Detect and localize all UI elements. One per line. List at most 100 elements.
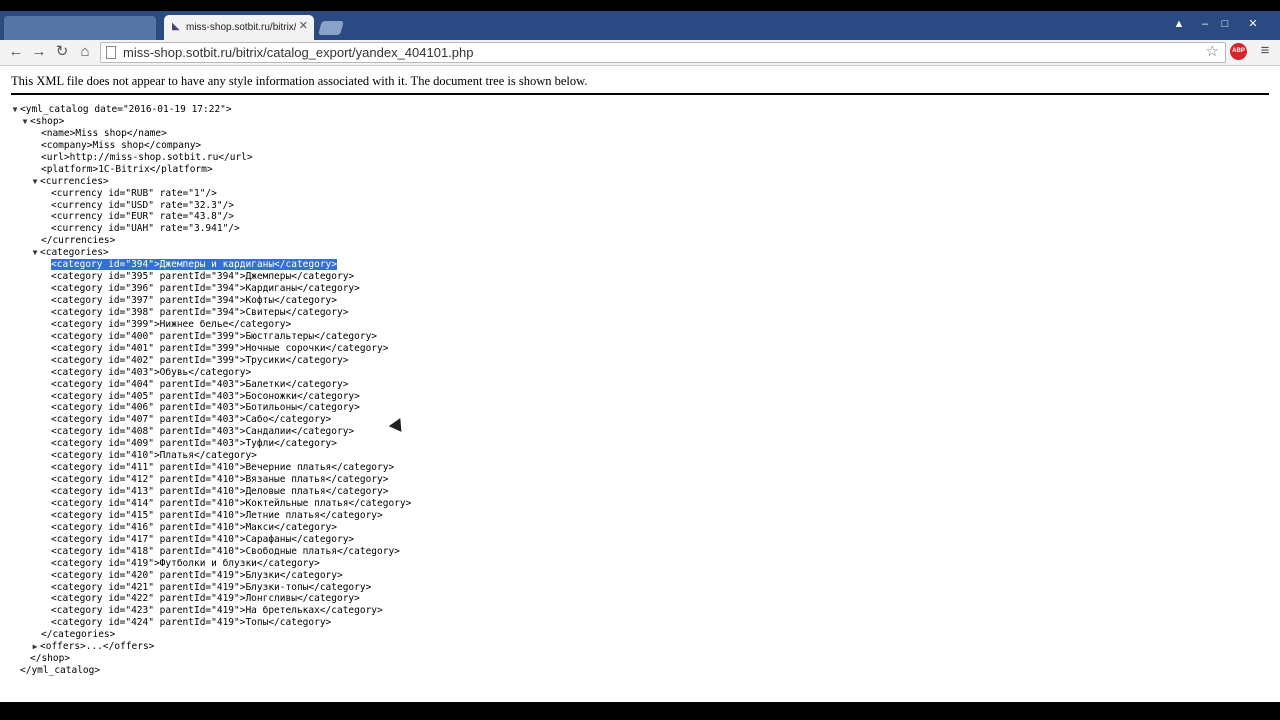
xml-line: ▼ <yml_catalog date="2016-01-19 17:22"> (10, 104, 411, 116)
xml-element: <category id="407" parentId="403">Сабо</… (51, 414, 332, 426)
xml-element: <category id="418" parentId="410">Свобод… (51, 545, 400, 557)
close-icon[interactable]: ✕ (299, 20, 308, 33)
xml-line: <category id="402" parentId="399">Трусик… (10, 355, 411, 367)
xml-element: <category id="424" parentId="419">Топы</… (51, 617, 332, 629)
xml-line: <category id="421" parentId="419">Блузки… (10, 582, 411, 594)
address-bar[interactable]: miss-shop.sotbit.ru/bitrix/catalog_expor… (100, 42, 1226, 63)
forward-icon[interactable]: → (29, 42, 49, 62)
xml-element: <category id="408" parentId="403">Сандал… (51, 426, 355, 438)
xml-element: <currency id="UAH" rate="3.941"/> (51, 223, 240, 235)
reload-icon[interactable]: ↻ (52, 42, 72, 62)
xml-tag: <yml_catalog date="2016-01-19 17:22"> (20, 104, 232, 115)
xml-line: <category id="394">Джемперы и кардиганы<… (10, 259, 411, 271)
xml-tag: <categories> (40, 247, 109, 259)
page-content: This XML file does not appear to have an… (0, 66, 1280, 702)
xml-element: <category id="423" parentId="419">На бре… (51, 605, 383, 617)
xml-element: <category id="397" parentId="394">Кофты<… (51, 295, 337, 306)
star-icon[interactable]: ☆ (1206, 43, 1219, 61)
xml-line: <category id="401" parentId="399">Ночные… (10, 343, 411, 355)
xml-tag: <shop> (30, 115, 65, 127)
xml-line: <category id="407" parentId="403">Сабо</… (10, 414, 411, 426)
favicon-icon: ◣ (172, 21, 180, 32)
expand-toggle-icon[interactable]: ▼ (10, 104, 20, 116)
xml-line: <currency id="RUB" rate="1"/> (10, 188, 411, 200)
expand-toggle-icon[interactable]: ▼ (30, 176, 40, 188)
user-icon[interactable]: ▲ (1170, 17, 1188, 31)
xml-element: <category id="404" parentId="403">Балетк… (51, 378, 349, 390)
xml-element: <category id="416" parentId="410">Макси<… (51, 521, 337, 533)
xml-line: <category id="404" parentId="403">Балетк… (10, 379, 411, 391)
xml-element: <category id="403">Обувь</category> (51, 366, 252, 378)
xml-line: <category id="397" parentId="394">Кофты<… (10, 295, 411, 307)
xml-line: <category id="395" parentId="394">Джемпе… (10, 271, 411, 283)
menu-icon[interactable]: ≡ (1258, 43, 1272, 59)
collapse-toggle-icon[interactable]: ▶ (30, 641, 40, 653)
xml-line: <category id="400" parentId="399">Бюстга… (10, 331, 411, 343)
xml-line: <url>http://miss-shop.sotbit.ru</url> (41, 151, 253, 163)
xml-line: <name>Miss shop</name> (41, 127, 167, 139)
tab-active[interactable]: ◣ miss-shop.sotbit.ru/bitrix/ ✕ (164, 15, 314, 40)
xml-line: <category id="412" parentId="410">Вязаны… (10, 474, 411, 486)
xml-line: <category id="419">Футболки и блузки</ca… (10, 558, 411, 570)
xml-line: ▶ <offers>...</offers> (10, 641, 411, 653)
xml-element: <category id="420" parentId="419">Блузки… (51, 569, 343, 581)
xml-line: <category id="416" parentId="410">Макси<… (10, 522, 411, 534)
xml-element: <category id="406" parentId="403">Ботиль… (51, 402, 360, 414)
xml-line: <category id="410">Платья</category> (10, 450, 411, 462)
window-close-icon[interactable]: ✕ (1244, 17, 1262, 31)
xml-element: <category id="405" parentId="403">Босоно… (51, 390, 360, 402)
xml-element: <category id="409" parentId="403">Туфли<… (51, 438, 337, 450)
expand-toggle-icon[interactable]: ▼ (20, 116, 30, 128)
xml-line: <platform>1C-Bitrix</platform> (41, 163, 213, 175)
tab-inactive[interactable] (4, 16, 156, 40)
xml-element: <category id="395" parentId="394">Джемпе… (51, 271, 355, 283)
xml-element: <category id="422" parentId="419">Лонгсл… (51, 593, 360, 605)
xml-line: ▼ <currencies> (10, 176, 411, 188)
back-icon[interactable]: ← (6, 42, 26, 62)
category-list: <category id="394">Джемперы и кардиганы<… (10, 259, 411, 629)
minimize-icon[interactable]: – (1196, 17, 1214, 31)
xml-element: <category id="419">Футболки и блузки</ca… (51, 557, 320, 569)
xml-element: <category id="410">Платья</category> (51, 450, 257, 462)
xml-element: <currency id="EUR" rate="43.8"/> (51, 211, 235, 223)
xml-line: <category id="415" parentId="410">Летние… (10, 510, 411, 522)
xml-line: <company>Miss shop</company> (41, 139, 202, 151)
new-tab-button[interactable] (318, 21, 344, 35)
xml-element: <category id="414" parentId="410">Коктей… (51, 497, 412, 509)
xml-line: <currency id="EUR" rate="43.8"/> (10, 211, 411, 223)
maximize-icon[interactable]: □ (1216, 17, 1234, 31)
xml-line: <category id="409" parentId="403">Туфли<… (10, 438, 411, 450)
xml-line: </shop> (30, 653, 71, 665)
xml-info-message: This XML file does not appear to have an… (11, 73, 1269, 95)
page-icon (106, 46, 116, 59)
xml-element: <category id="417" parentId="410">Сарафа… (51, 533, 355, 545)
tab-strip: ◣ miss-shop.sotbit.ru/bitrix/ ✕ ▲ – □ ✕ (0, 11, 1280, 40)
xml-line: <category id="408" parentId="403">Сандал… (10, 426, 411, 438)
xml-line: <category id="406" parentId="403">Ботиль… (10, 402, 411, 414)
browser-toolbar: ← → ↻ ⌂ miss-shop.sotbit.ru/bitrix/catal… (0, 40, 1280, 66)
xml-line: </categories> (41, 629, 116, 641)
home-icon[interactable]: ⌂ (75, 42, 95, 62)
xml-line: <currency id="UAH" rate="3.941"/> (10, 223, 411, 235)
xml-element: <category id="421" parentId="419">Блузки… (51, 581, 372, 593)
xml-line: </yml_catalog> (20, 665, 101, 677)
xml-element: <category id="400" parentId="399">Бюстга… (51, 330, 378, 342)
xml-tag: <offers>...</offers> (40, 641, 155, 653)
xml-line: <category id="398" parentId="394">Свитер… (10, 307, 411, 319)
xml-line: <category id="418" parentId="410">Свобод… (10, 546, 411, 558)
xml-element: <category id="394">Джемперы и кардиганы<… (51, 259, 337, 271)
xml-line: <currency id="USD" rate="32.3"/> (10, 200, 411, 212)
xml-tag: <currencies> (40, 175, 109, 187)
expand-toggle-icon[interactable]: ▼ (30, 247, 40, 259)
xml-line: ▼ <categories> (10, 247, 411, 259)
xml-element: <category id="402" parentId="399">Трусик… (51, 354, 349, 366)
tab-title: miss-shop.sotbit.ru/bitrix/ (186, 22, 296, 33)
adblock-icon[interactable]: ABP (1230, 43, 1247, 60)
xml-line: <category id="396" parentId="394">Кардиг… (10, 283, 411, 295)
xml-element: <category id="401" parentId="399">Ночные… (51, 342, 389, 354)
xml-tree: ▼ <yml_catalog date="2016-01-19 17:22"> ▼… (10, 104, 412, 677)
xml-line: <category id="405" parentId="403">Босоно… (10, 391, 411, 403)
xml-line: <category id="399">Нижнее белье</categor… (10, 319, 411, 331)
xml-element: <category id="398" parentId="394">Свитер… (51, 306, 349, 318)
xml-element: <currency id="USD" rate="32.3"/> (51, 199, 235, 211)
